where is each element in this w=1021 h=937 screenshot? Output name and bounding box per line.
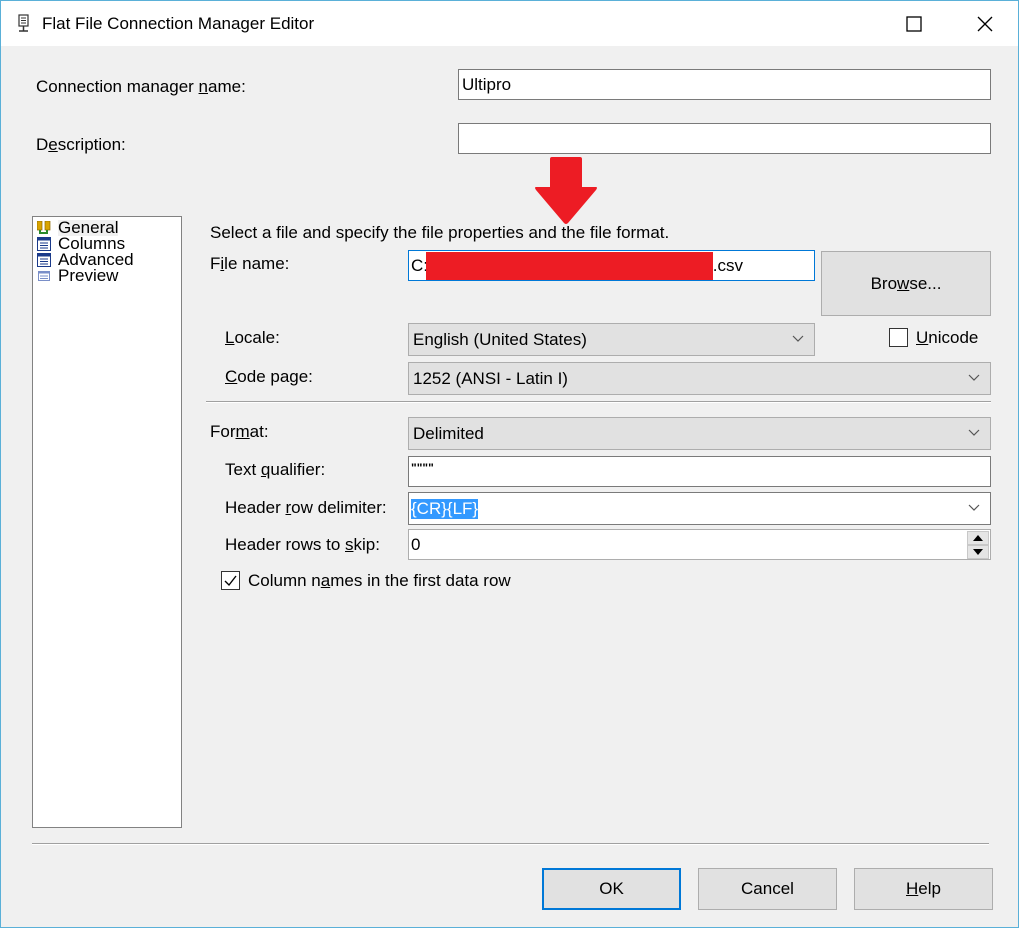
label-text: nicode: [928, 328, 979, 347]
locale-label: Locale:: [225, 328, 280, 348]
flat-file-connection-manager-editor-window: Flat File Connection Manager Editor Conn…: [0, 0, 1019, 928]
label-text: scription:: [57, 135, 126, 154]
page-navigation-list[interactable]: General Columns Advanced Preview: [32, 216, 182, 828]
description-label: Description:: [36, 135, 126, 155]
button-text: se...: [909, 273, 942, 293]
unicode-label: Unicode: [916, 328, 978, 348]
dropdown-value: 1252 (ANSI - Latin I): [413, 368, 568, 388]
input-value: """": [411, 460, 434, 475]
label-text: Text: [225, 460, 261, 479]
spin-down-button[interactable]: [967, 545, 989, 559]
browse-button[interactable]: Bro w se...: [821, 251, 991, 316]
text-qualifier-label: Text qualifier:: [225, 460, 325, 480]
arrow-down-icon: [973, 549, 983, 555]
label-text: ualifier:: [270, 460, 326, 479]
access-key: a: [320, 571, 331, 590]
nav-item-label: Preview: [58, 266, 119, 285]
label-text: kip:: [353, 535, 380, 554]
advanced-icon: [37, 253, 51, 267]
input-value: 0: [411, 534, 421, 554]
connection-manager-name-label: Connection manager name:: [36, 77, 246, 97]
access-key: n: [198, 77, 209, 96]
maximize-button[interactable]: [879, 1, 949, 46]
label-text: ow delimiter:: [291, 498, 387, 517]
label-text: at:: [249, 422, 269, 441]
label-text: le name:: [224, 254, 290, 273]
code-page-dropdown[interactable]: 1252 (ANSI - Latin I): [408, 362, 991, 395]
button-text: OK: [599, 879, 624, 898]
label-text: Header: [225, 498, 286, 517]
connection-manager-name-input[interactable]: Ultipro: [458, 69, 991, 100]
button-text: elp: [918, 879, 941, 898]
label-text: ode page:: [237, 367, 313, 386]
label-text: Connection manager: [36, 77, 199, 96]
access-key: m: [235, 422, 250, 441]
access-key: w: [897, 273, 910, 293]
button-text: Cancel: [741, 879, 794, 898]
chevron-down-icon: [792, 335, 804, 342]
locale-dropdown[interactable]: English (United States): [408, 323, 815, 356]
dropdown-value: Delimited: [413, 423, 484, 443]
header-rows-to-skip-input[interactable]: 0: [408, 529, 991, 560]
header-row-delimiter-dropdown[interactable]: {CR}{LF}: [408, 492, 991, 525]
format-dropdown[interactable]: Delimited: [408, 417, 991, 450]
label-text: D: [36, 135, 49, 154]
access-key: H: [906, 879, 919, 898]
general-icon: [37, 221, 51, 234]
instruction-text: Select a file and specify the file prope…: [210, 223, 670, 242]
code-page-label: Code page:: [225, 367, 313, 387]
section-divider: [206, 401, 991, 403]
label-text: ocale:: [234, 328, 280, 347]
header-rows-to-skip-label: Header rows to skip:: [225, 535, 380, 555]
button-text: Bro: [870, 273, 898, 293]
redacted-path-block: [425, 251, 713, 280]
text-qualifier-input[interactable]: """": [408, 456, 991, 487]
input-value: Ultipro: [462, 74, 512, 94]
columns-icon: [37, 237, 51, 251]
close-icon: [977, 16, 993, 31]
flat-file-connection-icon: [18, 14, 29, 32]
label-text: mes in the first data row: [330, 571, 511, 590]
chevron-down-icon: [968, 374, 980, 381]
spin-up-button[interactable]: [967, 531, 989, 545]
unicode-checkbox[interactable]: [889, 328, 908, 347]
title-bar: Flat File Connection Manager Editor: [1, 1, 1018, 46]
access-key: s: [345, 535, 354, 554]
label-text: For: [210, 422, 236, 441]
red-arrow-down-icon: [535, 157, 597, 224]
file-path-suffix: .csv: [712, 255, 743, 275]
dropdown-value: {CR}{LF}: [411, 498, 479, 519]
label-text: ame:: [208, 77, 246, 96]
description-input[interactable]: [458, 123, 991, 154]
spin-buttons: [967, 531, 989, 559]
checkmark-icon: [224, 575, 237, 587]
label-text: F: [210, 254, 221, 273]
help-button[interactable]: Help: [854, 868, 993, 910]
file-name-input[interactable]: C:\ .csv: [408, 250, 815, 281]
access-key: e: [48, 135, 58, 154]
chevron-down-icon: [968, 504, 980, 511]
chevron-down-icon: [968, 429, 980, 436]
nav-item-preview[interactable]: Preview: [37, 266, 119, 285]
access-key: U: [916, 328, 929, 347]
access-key: C: [225, 367, 238, 386]
maximize-icon: [906, 15, 922, 32]
window-title: Flat File Connection Manager Editor: [42, 14, 315, 33]
dropdown-value: English (United States): [413, 329, 587, 349]
arrow-up-icon: [973, 535, 983, 541]
format-label: Format:: [210, 422, 269, 442]
column-names-in-first-row-checkbox[interactable]: [221, 571, 240, 590]
file-name-label: File name:: [210, 254, 289, 274]
preview-icon: [38, 271, 50, 281]
footer-divider: [32, 843, 989, 845]
close-button[interactable]: [950, 1, 1020, 46]
label-text: Header rows to: [225, 535, 345, 554]
ok-button[interactable]: OK: [542, 868, 681, 910]
cancel-button[interactable]: Cancel: [698, 868, 837, 910]
header-row-delimiter-label: Header row delimiter:: [225, 498, 387, 518]
access-key: q: [260, 460, 271, 479]
label-text: Column n: [248, 571, 321, 590]
column-names-in-first-row-label: Column names in the first data row: [248, 571, 511, 591]
